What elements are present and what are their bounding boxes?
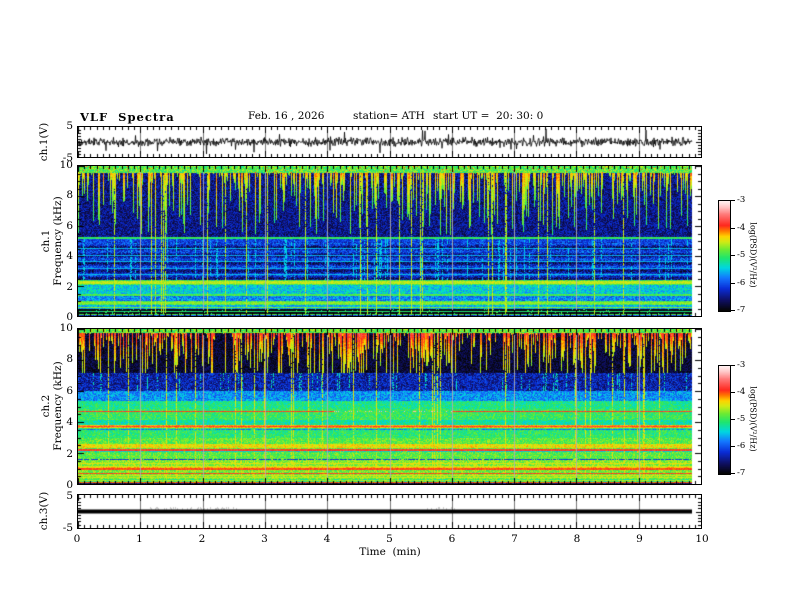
freq-tick-label: 8: [66, 353, 73, 366]
colorbar-tick-label: -4: [737, 222, 746, 233]
ch1-frequency-label-line: Frequency (kHz): [52, 196, 64, 286]
ch2-frequency-label-line: Frequency (kHz): [52, 361, 64, 451]
colorbar-tick-label: -3: [737, 195, 746, 205]
colorbar-tick: [731, 473, 735, 474]
ch2-spectrogram-canvas: [78, 329, 701, 484]
colorbar-tick-label: -3: [737, 360, 746, 370]
colorbar-2-canvas: [719, 366, 730, 474]
figure-title: VLF Spectra: [80, 110, 175, 124]
colorbar-1-canvas: [719, 201, 730, 311]
ch2-frequency-axis-label: ch.2 Frequency (kHz): [40, 361, 64, 450]
vlf-spectra-figure: VLF Spectra Feb. 16 , 2026 station= ATH …: [0, 0, 792, 612]
volt-tick-label: 5: [66, 120, 73, 132]
colorbar-tick: [731, 310, 735, 311]
figure-date: Feb. 16 , 2026: [248, 110, 325, 122]
ch1-label-line: ch.1: [40, 229, 52, 253]
freq-tick-label: 10: [59, 322, 73, 334]
ch3-waveform-canvas: [78, 495, 701, 528]
freq-tick-label: 6: [66, 219, 73, 232]
colorbar-tick-label: -7: [737, 468, 746, 478]
colorbar-tick-label: -4: [737, 387, 746, 397]
colorbar-tick: [731, 419, 735, 420]
colorbar-1-label: log(PSD)(V²/Hz): [748, 222, 758, 288]
volt-tick-label: -5: [62, 522, 73, 534]
colorbar-tick-label: -6: [737, 441, 746, 451]
colorbar-tick-label: -6: [737, 277, 746, 288]
colorbar-tick: [731, 282, 735, 284]
time-axis-label: Time (min): [359, 546, 421, 558]
colorbar-tick: [731, 392, 735, 393]
colorbar-1: [718, 200, 731, 312]
ch1-frequency-axis-label: ch.1 Frequency (kHz): [40, 196, 64, 285]
figure-start-ut: start UT = 20: 30: 0: [433, 110, 544, 122]
ch1-spectrogram-canvas: [78, 166, 701, 316]
ch1-spectrogram-panel: [77, 165, 702, 317]
colorbar-tick-label: -5: [737, 414, 746, 424]
x-tick-label: 2: [198, 533, 206, 545]
x-tick-label: 7: [511, 533, 518, 545]
volt-tick-label: -5: [62, 152, 73, 164]
figure-station: station= ATH: [353, 110, 425, 122]
ch1-waveform-canvas: [78, 127, 701, 157]
ch3-waveform-panel: [77, 494, 702, 529]
x-tick-label: 10: [695, 533, 709, 545]
freq-tick-label: 2: [66, 447, 73, 460]
x-tick-label: 6: [448, 533, 456, 545]
colorbar-2-label: log(PSD)(V²/Hz): [748, 386, 758, 452]
colorbar-tick-label: -5: [737, 250, 746, 260]
colorbar-tick: [731, 255, 735, 256]
x-tick-label: 0: [73, 533, 81, 545]
colorbar-2: [718, 365, 731, 475]
colorbar-tick: [731, 200, 735, 201]
freq-tick-label: 2: [66, 280, 73, 293]
volt-tick-label: 5: [66, 490, 73, 502]
colorbar-tick: [731, 227, 735, 229]
freq-tick-label: 8: [66, 189, 73, 202]
x-tick-label: 3: [261, 533, 268, 545]
freq-tick-label: 4: [66, 416, 73, 429]
x-tick-label: 4: [323, 533, 331, 545]
x-tick-label: 9: [636, 533, 643, 545]
x-tick-label: 5: [386, 533, 393, 545]
colorbar-tick: [731, 365, 735, 366]
x-tick-label: 8: [573, 533, 581, 545]
ch2-label-line: ch.2: [40, 394, 52, 418]
ch1-waveform-panel: [77, 126, 702, 158]
colorbar-tick-label: -7: [737, 305, 746, 315]
ch2-spectrogram-panel: [77, 328, 702, 485]
freq-tick-label: 6: [66, 384, 73, 397]
colorbar-tick: [731, 446, 735, 447]
x-tick-label: 1: [136, 533, 143, 545]
freq-tick-label: 4: [66, 250, 73, 263]
